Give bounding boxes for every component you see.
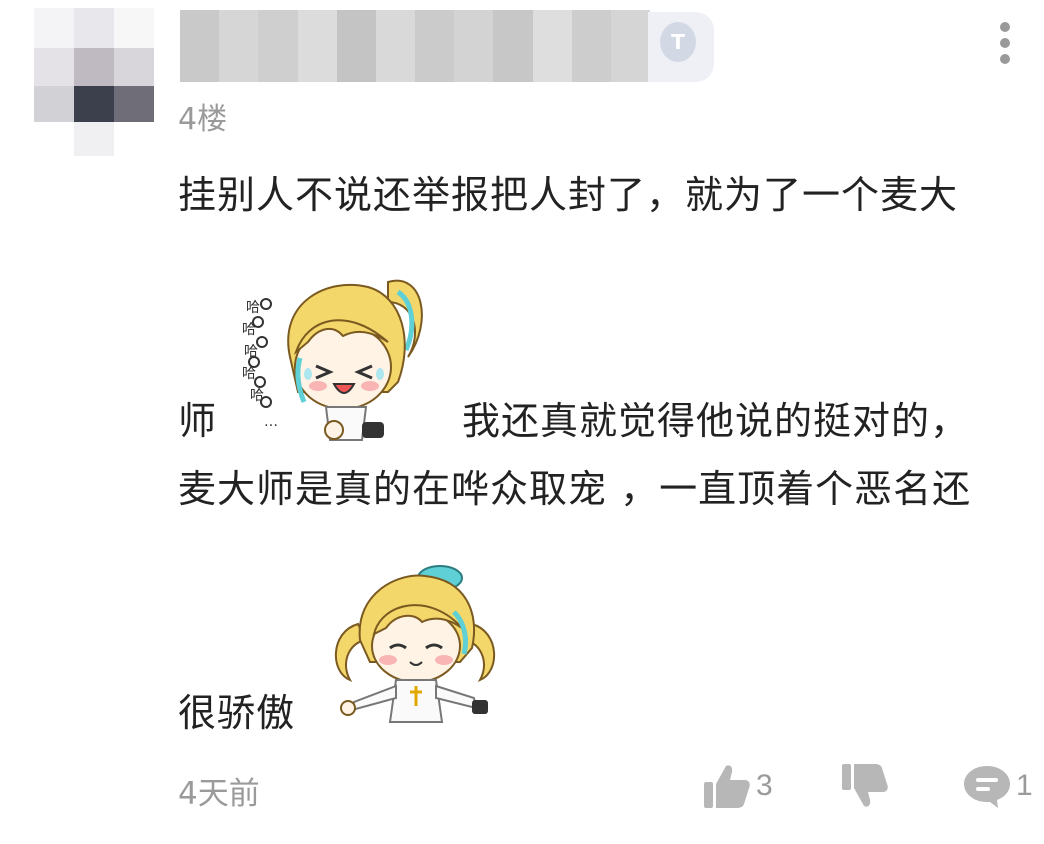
reply-button[interactable]: 1 — [962, 762, 1033, 810]
more-options-button[interactable] — [990, 22, 1020, 72]
floor-number: 4楼 — [178, 102, 228, 137]
like-button[interactable]: 3 — [702, 762, 773, 810]
comment-bubble-icon — [964, 766, 1010, 808]
laughing-character-sticker: 哈 哈 哈 哈 哈 … — [242, 279, 423, 441]
comment-text-line: 很骄傲 — [178, 691, 296, 735]
svg-text:…: … — [264, 414, 278, 430]
like-count: 3 — [756, 769, 773, 802]
smiling-character-sticker — [335, 565, 495, 723]
thumbs-down-icon — [842, 764, 888, 807]
vertical-dots-icon — [990, 22, 1020, 64]
reply-count: 1 — [1016, 769, 1033, 802]
thumbs-up-icon — [704, 765, 750, 808]
avatar[interactable] — [34, 8, 154, 156]
comment-text-line: 麦大师是真的在哗众取宠 ，一直顶着个恶名还 — [178, 467, 972, 511]
svg-text:哈: 哈 — [244, 344, 258, 360]
svg-text:哈: 哈 — [246, 300, 260, 316]
comment-text-line: 挂别人不说还举报把人封了，就为了一个麦大 — [178, 173, 959, 217]
username-blurred[interactable] — [180, 10, 651, 82]
comment-text-line: 我还真就觉得他说的挺对的， — [462, 399, 970, 443]
svg-text:哈: 哈 — [250, 388, 264, 404]
comment-text-line: 师 — [178, 399, 218, 443]
dislike-button[interactable] — [840, 762, 890, 810]
post-time: 4天前 — [178, 776, 260, 812]
svg-text:哈: 哈 — [242, 366, 256, 382]
user-level-badge: T — [648, 12, 714, 82]
svg-text:哈: 哈 — [242, 322, 256, 338]
